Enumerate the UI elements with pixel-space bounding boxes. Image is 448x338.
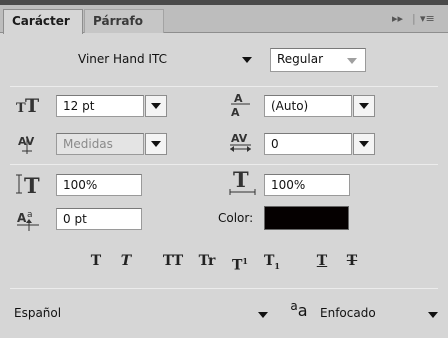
text-color-swatch[interactable] bbox=[264, 206, 349, 230]
subscript-mark: 1 bbox=[274, 260, 280, 271]
subscript-glyph: T bbox=[264, 253, 275, 269]
font-style-value: Regular bbox=[277, 52, 324, 66]
language-value: Español bbox=[14, 306, 62, 320]
font-style-select[interactable]: Regular bbox=[270, 48, 366, 72]
anti-alias-small-a: a bbox=[290, 299, 298, 313]
font-size-value: 12 pt bbox=[63, 99, 95, 113]
collapse-panel-icon[interactable]: ▸▸ bbox=[392, 12, 403, 25]
language-chevron-down-icon bbox=[258, 312, 268, 318]
anti-alias-chevron-down-icon bbox=[428, 312, 438, 318]
kerning-dropdown-button[interactable] bbox=[145, 133, 167, 155]
svg-text:AV: AV bbox=[18, 135, 35, 148]
superscript-button[interactable]: T1 bbox=[228, 250, 252, 274]
anti-alias-icon: aa bbox=[284, 298, 314, 322]
tracking-value: 0 bbox=[271, 137, 279, 151]
chevron-down-icon bbox=[359, 103, 369, 109]
separator bbox=[10, 288, 438, 289]
kerning-input[interactable]: Medidas bbox=[56, 133, 144, 155]
svg-text:T: T bbox=[25, 95, 39, 115]
tracking-input[interactable]: 0 bbox=[264, 133, 352, 155]
superscript-mark: 1 bbox=[242, 256, 248, 266]
svg-text:a: a bbox=[27, 210, 33, 220]
chevron-down-icon bbox=[151, 103, 161, 109]
font-family-value: Viner Hand ITC bbox=[78, 52, 167, 66]
tracking-dropdown-button[interactable] bbox=[353, 133, 375, 155]
leading-icon: AA bbox=[226, 90, 256, 118]
svg-text:T: T bbox=[24, 173, 40, 196]
subscript-button[interactable]: T1 bbox=[260, 250, 284, 272]
all-caps-button[interactable]: TT bbox=[158, 250, 188, 272]
vertical-scale-input[interactable]: 100% bbox=[56, 174, 142, 196]
horizontal-scale-icon: T bbox=[226, 168, 260, 196]
font-size-input[interactable]: 12 pt bbox=[56, 95, 144, 117]
svg-text:AV: AV bbox=[231, 132, 248, 145]
chevron-down-icon bbox=[151, 141, 161, 147]
kerning-icon: AV bbox=[14, 132, 44, 156]
svg-text:A: A bbox=[231, 106, 240, 118]
underline-button[interactable]: T bbox=[312, 250, 332, 272]
baseline-shift-value: 0 pt bbox=[63, 212, 87, 226]
panel-menu-icon[interactable]: ▾≡ bbox=[420, 12, 435, 25]
language-select[interactable]: Español bbox=[14, 303, 274, 323]
baseline-shift-icon: Aa bbox=[14, 206, 46, 232]
font-size-dropdown-button[interactable] bbox=[145, 95, 167, 117]
vertical-scale-icon: T bbox=[14, 172, 46, 196]
faux-italic-button[interactable]: T bbox=[116, 250, 136, 272]
divider-icon: | bbox=[412, 12, 416, 25]
kerning-value: Medidas bbox=[63, 137, 113, 151]
leading-value: (Auto) bbox=[271, 99, 309, 113]
leading-input[interactable]: (Auto) bbox=[264, 95, 352, 117]
svg-text:A: A bbox=[17, 211, 27, 225]
separator bbox=[10, 164, 438, 165]
superscript-glyph: T bbox=[232, 257, 243, 274]
tab-bar: Carácter Párrafo ▸▸ | ▾≡ bbox=[0, 5, 448, 34]
anti-alias-select[interactable]: Enfocado bbox=[320, 303, 442, 323]
strikethrough-button[interactable]: T bbox=[342, 250, 362, 272]
svg-text:T: T bbox=[233, 168, 249, 192]
separator bbox=[10, 86, 438, 87]
small-caps-button[interactable]: Tr bbox=[194, 250, 220, 272]
vertical-scale-value: 100% bbox=[63, 178, 98, 192]
font-family-chevron-down-icon bbox=[242, 57, 252, 63]
chevron-down-icon bbox=[359, 141, 369, 147]
faux-bold-button[interactable]: T bbox=[86, 250, 106, 272]
svg-text:A: A bbox=[234, 92, 243, 105]
tab-paragraph[interactable]: Párrafo bbox=[84, 9, 164, 33]
font-style-chevron-down-icon bbox=[347, 58, 357, 64]
tracking-icon: AV bbox=[226, 130, 256, 156]
horizontal-scale-input[interactable]: 100% bbox=[264, 174, 350, 196]
color-label: Color: bbox=[218, 211, 254, 225]
baseline-shift-input[interactable]: 0 pt bbox=[56, 208, 142, 230]
tab-character[interactable]: Carácter bbox=[3, 9, 83, 34]
font-size-icon: TT bbox=[14, 94, 48, 116]
font-family-select[interactable]: Viner Hand ITC bbox=[70, 49, 260, 69]
leading-dropdown-button[interactable] bbox=[353, 95, 375, 117]
anti-alias-big-a: a bbox=[297, 300, 308, 320]
horizontal-scale-value: 100% bbox=[271, 178, 306, 192]
anti-alias-value: Enfocado bbox=[320, 306, 376, 320]
